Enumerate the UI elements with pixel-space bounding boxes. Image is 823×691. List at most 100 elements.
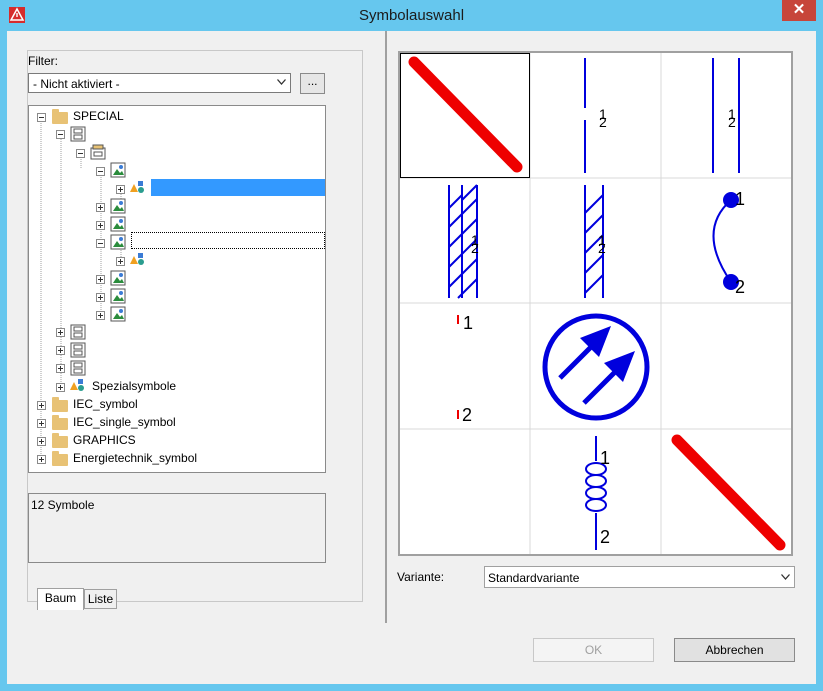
symbol-cell-7[interactable]: 1 2 — [457, 313, 473, 425]
expand-icon[interactable] — [116, 185, 125, 194]
terminal-label: 2 — [462, 405, 472, 425]
filter-label: Filter: — [28, 54, 58, 68]
tree-node-graphics[interactable]: GRAPHICS — [29, 431, 325, 449]
chevron-down-icon — [277, 79, 286, 85]
expand-icon[interactable] — [56, 364, 65, 373]
expand-icon[interactable] — [96, 221, 105, 230]
expand-icon[interactable] — [96, 293, 105, 302]
tree-node-level2[interactable] — [29, 143, 325, 161]
tab-liste[interactable]: Liste — [84, 589, 117, 609]
tree-node-level1b[interactable] — [29, 323, 325, 341]
variante-label: Variante: — [397, 570, 445, 584]
folder-icon — [52, 397, 68, 412]
image-icon — [110, 270, 126, 286]
variante-select[interactable]: Standardvariante — [484, 566, 795, 588]
expand-icon[interactable] — [56, 346, 65, 355]
ok-button[interactable]: OK — [533, 638, 654, 662]
tree-node-special[interactable]: SPECIAL — [29, 107, 325, 125]
symbol-tree[interactable]: SPECIAL Spezialsymbole IEC_symbol IEC_si… — [28, 105, 326, 473]
image-icon — [110, 288, 126, 304]
tree-node-iec-symbol[interactable]: IEC_symbol — [29, 395, 325, 413]
status-box: 12 Symbole — [28, 493, 326, 563]
symbol-grid-canvas: 1 2 1 2 1 2 1 2 1 2 1 2 1 2 — [400, 53, 791, 554]
tree-label: IEC_symbol — [73, 397, 138, 411]
cancel-button[interactable]: Abbrechen — [674, 638, 795, 662]
close-button[interactable]: ✕ — [782, 0, 816, 21]
symbol-cell-8[interactable] — [542, 313, 650, 421]
tree-node-level3b[interactable] — [29, 197, 325, 215]
library-icon — [90, 144, 106, 160]
shapes-icon — [130, 253, 144, 265]
terminal-label: 1 — [600, 448, 610, 468]
collapse-icon[interactable] — [96, 239, 105, 248]
splitter[interactable] — [385, 31, 387, 623]
tree-node-level1[interactable] — [29, 125, 325, 143]
tree-node-energietechnik[interactable]: Energietechnik_symbol — [29, 449, 325, 467]
tree-node-selected[interactable] — [29, 179, 325, 197]
expand-icon[interactable] — [56, 328, 65, 337]
terminal-label: 2 — [735, 277, 745, 297]
collapse-icon[interactable] — [96, 167, 105, 176]
expand-icon[interactable] — [37, 455, 46, 464]
image-icon — [110, 162, 126, 178]
tree-node-level4[interactable] — [29, 251, 325, 269]
expand-icon[interactable] — [37, 419, 46, 428]
expand-icon[interactable] — [37, 401, 46, 410]
database-icon — [70, 342, 86, 358]
tab-baum[interactable]: Baum — [37, 588, 84, 610]
expand-icon[interactable] — [96, 203, 105, 212]
expand-icon[interactable] — [56, 383, 65, 392]
window-title: Symbolauswahl — [358, 7, 465, 24]
image-icon — [110, 198, 126, 214]
terminal-label: 2 — [599, 114, 607, 130]
folder-icon — [52, 451, 68, 466]
terminal-label: 2 — [471, 240, 479, 256]
expand-icon[interactable] — [96, 275, 105, 284]
tree-node-level3c[interactable] — [29, 215, 325, 233]
collapse-icon[interactable] — [56, 130, 65, 139]
database-icon — [70, 324, 86, 340]
tree-node-level3d[interactable] — [29, 233, 325, 251]
tree-label: Energietechnik_symbol — [73, 451, 198, 465]
symbol-cell-4[interactable]: 1 2 — [448, 184, 479, 299]
folder-icon — [52, 433, 68, 448]
tree-label: SPECIAL — [73, 109, 124, 123]
tree-node-level1d[interactable] — [29, 359, 325, 377]
tree-node-level3f[interactable] — [29, 287, 325, 305]
terminal-label: 1 — [735, 189, 745, 209]
tree-node-level3g[interactable] — [29, 305, 325, 323]
tree-label: Spezialsymbole — [92, 379, 177, 393]
expand-icon[interactable] — [96, 311, 105, 320]
symbol-cell-12[interactable] — [671, 434, 786, 551]
expand-icon[interactable] — [37, 437, 46, 446]
terminal-label: 2 — [598, 240, 606, 256]
filter-value: - Nicht aktiviert - — [33, 77, 120, 91]
symbol-cell-6[interactable]: 1 2 — [712, 189, 746, 297]
expand-icon[interactable] — [116, 257, 125, 266]
title-bar: Symbolauswahl ✕ — [0, 0, 823, 31]
tree-node-level3e[interactable] — [29, 269, 325, 287]
collapse-icon[interactable] — [76, 149, 85, 158]
filter-browse-button[interactable]: ... — [300, 73, 325, 94]
tree-node-level3a[interactable] — [29, 161, 325, 179]
tree-node-spezialsymbole[interactable]: Spezialsymbole — [29, 377, 325, 395]
symbol-grid[interactable]: 1 2 1 2 1 2 1 2 1 2 1 2 1 2 — [398, 51, 793, 556]
image-icon — [110, 216, 126, 232]
terminal-label: 2 — [600, 527, 610, 547]
collapse-icon[interactable] — [37, 113, 46, 122]
terminal-label: 1 — [463, 313, 473, 333]
chevron-down-icon — [781, 574, 790, 580]
symbol-cell-1[interactable] — [408, 56, 523, 173]
shapes-icon — [130, 181, 144, 193]
tree-node-iec-single-symbol[interactable]: IEC_single_symbol — [29, 413, 325, 431]
filter-select[interactable]: - Nicht aktiviert - — [28, 73, 291, 93]
symbol-cell-10[interactable]: 1 2 — [585, 436, 610, 550]
tree-label: IEC_single_symbol — [73, 415, 176, 429]
symbol-cell-2[interactable]: 1 2 — [584, 58, 607, 173]
tree-node-level1c[interactable] — [29, 341, 325, 359]
tree-label: GRAPHICS — [73, 433, 136, 447]
folder-icon — [52, 415, 68, 430]
terminal-label: 2 — [728, 114, 736, 130]
symbol-cell-5[interactable]: 1 2 — [584, 185, 606, 298]
symbol-cell-3[interactable]: 1 2 — [712, 58, 740, 173]
